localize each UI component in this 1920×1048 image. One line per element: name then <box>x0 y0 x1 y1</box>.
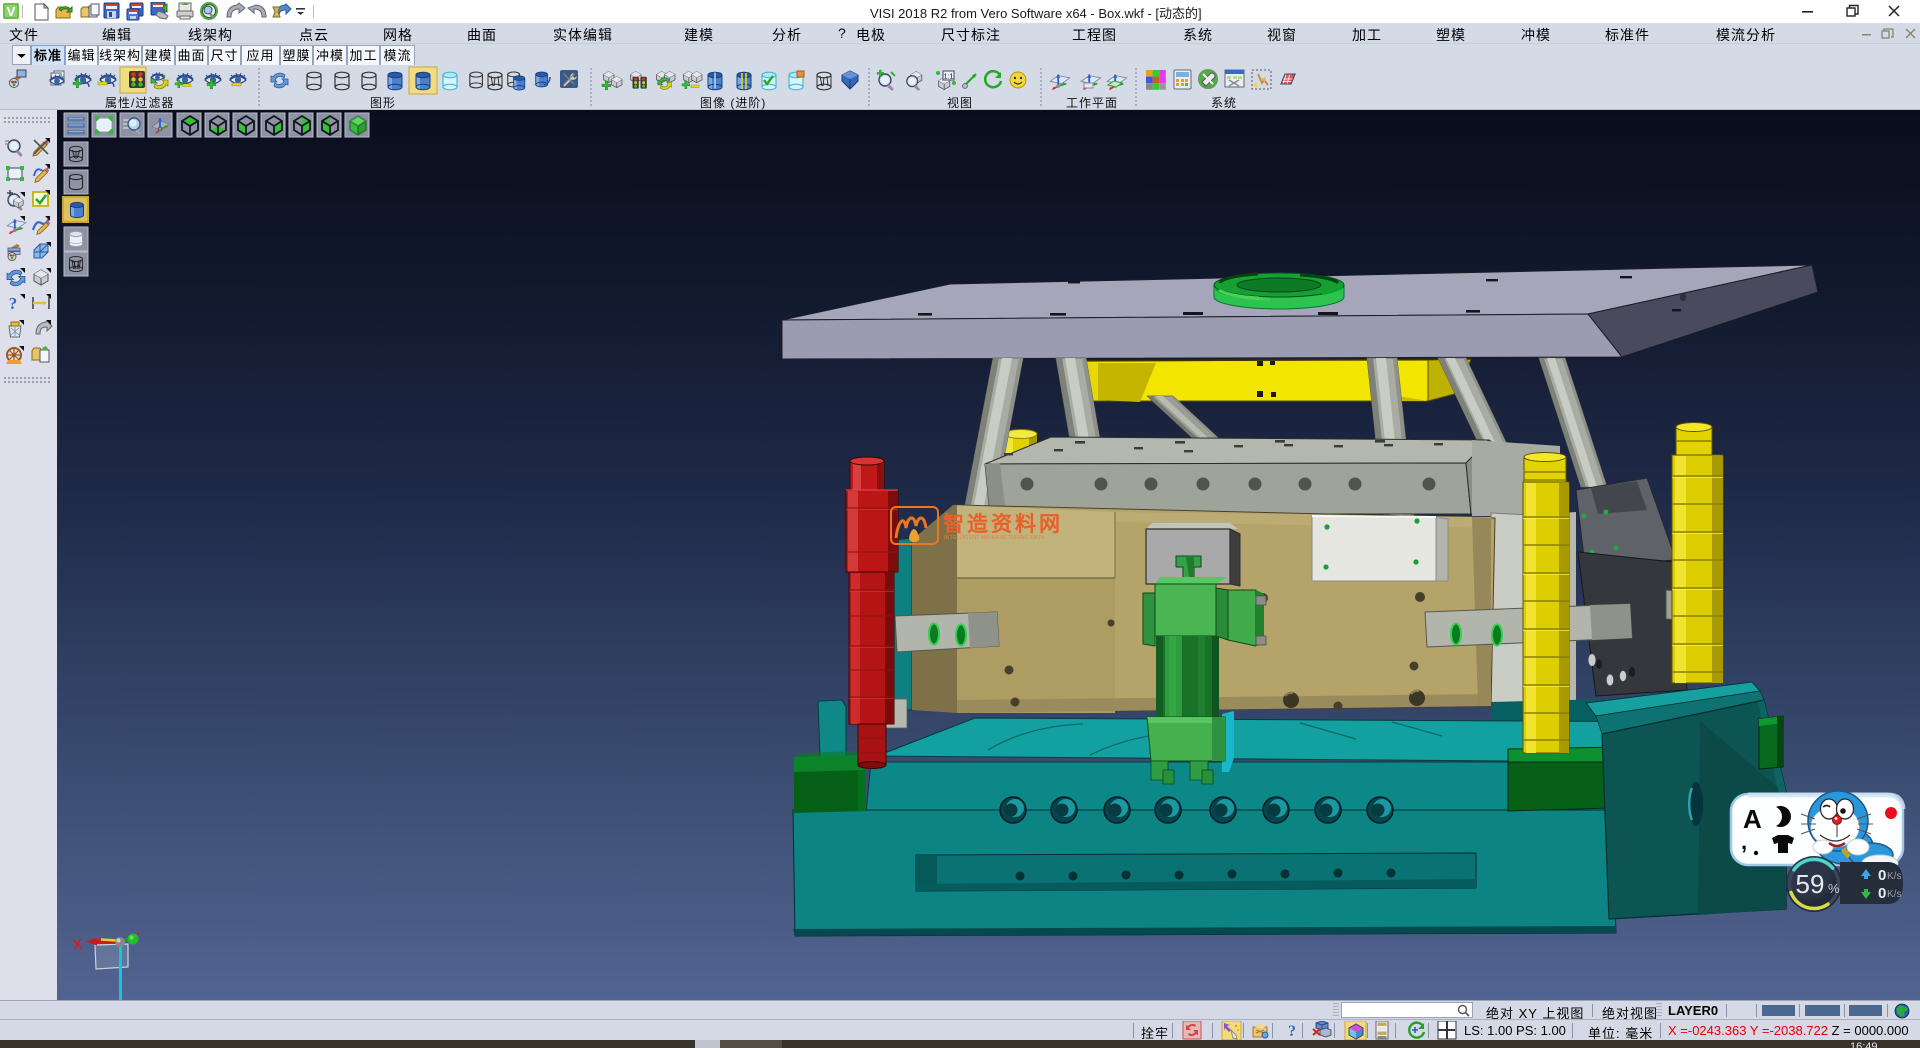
svg-text:1:1: 1:1 <box>944 74 954 81</box>
svg-text:V: V <box>7 4 16 19</box>
svg-text:59: 59 <box>1796 869 1825 899</box>
svg-text:0: 0 <box>1878 867 1886 884</box>
svg-text:0: 0 <box>1878 885 1886 902</box>
svg-text:K/s: K/s <box>1887 889 1901 900</box>
svg-text:智造资料网: 智造资料网 <box>943 512 1063 536</box>
svg-text:%: % <box>1828 881 1840 896</box>
svg-text:?: ? <box>1288 1023 1296 1040</box>
svg-text:INTELLIGENT MANUFACTURING DATA: INTELLIGENT MANUFACTURING DATA <box>944 535 1045 541</box>
svg-text:?: ? <box>9 294 18 313</box>
svg-text:K/s: K/s <box>1887 871 1901 882</box>
svg-text:,: , <box>1741 829 1747 854</box>
